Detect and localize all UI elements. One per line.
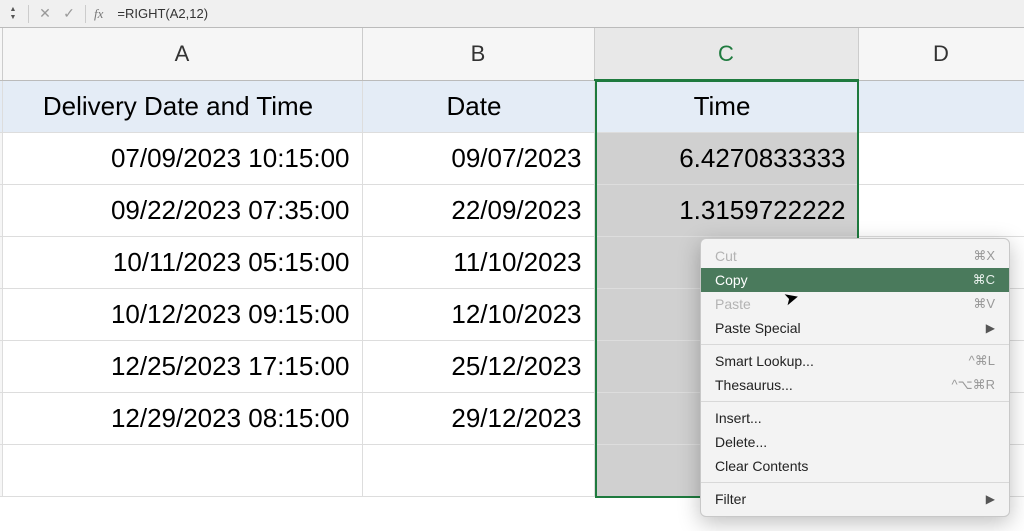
cell[interactable]: [2, 444, 362, 496]
cell-A1[interactable]: Delivery Date and Time: [2, 80, 362, 132]
column-header-row: A B C D: [0, 28, 1024, 80]
cell[interactable]: 09/22/2023 07:35:00: [2, 184, 362, 236]
cell[interactable]: 12/29/2023 08:15:00: [2, 392, 362, 444]
menu-clear-contents[interactable]: Clear Contents: [701, 454, 1009, 478]
cell[interactable]: 09/07/2023: [362, 132, 594, 184]
menu-separator: [701, 401, 1009, 402]
cell[interactable]: 10/11/2023 05:15:00: [2, 236, 362, 288]
cell[interactable]: 1.3159722222: [594, 184, 858, 236]
menu-paste-special[interactable]: Paste Special ▶: [701, 316, 1009, 340]
cell[interactable]: 11/10/2023: [362, 236, 594, 288]
cell[interactable]: 6.4270833333: [594, 132, 858, 184]
cancel-icon[interactable]: ✕: [37, 5, 53, 22]
menu-thesaurus[interactable]: Thesaurus... ^⌥⌘R: [701, 373, 1009, 397]
menu-separator: [701, 344, 1009, 345]
menu-filter[interactable]: Filter ▶: [701, 487, 1009, 511]
menu-smart-lookup[interactable]: Smart Lookup... ^⌘L: [701, 349, 1009, 373]
formula-input[interactable]: =RIGHT(A2,12): [111, 6, 208, 21]
cell[interactable]: 07/09/2023 10:15:00: [2, 132, 362, 184]
chevron-right-icon: ▶: [986, 492, 995, 506]
menu-copy[interactable]: Copy ⌘C: [701, 268, 1009, 292]
cell[interactable]: 29/12/2023: [362, 392, 594, 444]
cell[interactable]: 10/12/2023 09:15:00: [2, 288, 362, 340]
cell-B1[interactable]: Date: [362, 80, 594, 132]
cell[interactable]: [858, 132, 1024, 184]
table-row: 07/09/2023 10:15:00 09/07/2023 6.4270833…: [0, 132, 1024, 184]
cell[interactable]: 12/25/2023 17:15:00: [2, 340, 362, 392]
col-header-C[interactable]: C: [594, 28, 858, 80]
menu-cut[interactable]: Cut ⌘X: [701, 244, 1009, 268]
col-header-D[interactable]: D: [858, 28, 1024, 80]
cell[interactable]: [362, 444, 594, 496]
cell[interactable]: 25/12/2023: [362, 340, 594, 392]
confirm-icon[interactable]: ✓: [61, 5, 77, 22]
data-header-row: Delivery Date and Time Date Time: [0, 80, 1024, 132]
cell-D1[interactable]: [858, 80, 1024, 132]
formula-bar: ▲▼ ✕ ✓ fx =RIGHT(A2,12): [0, 0, 1024, 28]
cell[interactable]: [858, 184, 1024, 236]
cell-C1[interactable]: Time: [594, 80, 858, 132]
row-stepper[interactable]: ▲▼: [6, 4, 20, 24]
cell[interactable]: 22/09/2023: [362, 184, 594, 236]
menu-delete[interactable]: Delete...: [701, 430, 1009, 454]
cell[interactable]: 12/10/2023: [362, 288, 594, 340]
menu-separator: [701, 482, 1009, 483]
menu-paste[interactable]: Paste ⌘V: [701, 292, 1009, 316]
chevron-right-icon: ▶: [986, 321, 995, 335]
fx-label[interactable]: fx: [94, 6, 103, 22]
table-row: 09/22/2023 07:35:00 22/09/2023 1.3159722…: [0, 184, 1024, 236]
col-header-B[interactable]: B: [362, 28, 594, 80]
col-header-A[interactable]: A: [2, 28, 362, 80]
context-menu: Cut ⌘X Copy ⌘C Paste ⌘V Paste Special ▶ …: [700, 238, 1010, 517]
menu-insert[interactable]: Insert...: [701, 406, 1009, 430]
